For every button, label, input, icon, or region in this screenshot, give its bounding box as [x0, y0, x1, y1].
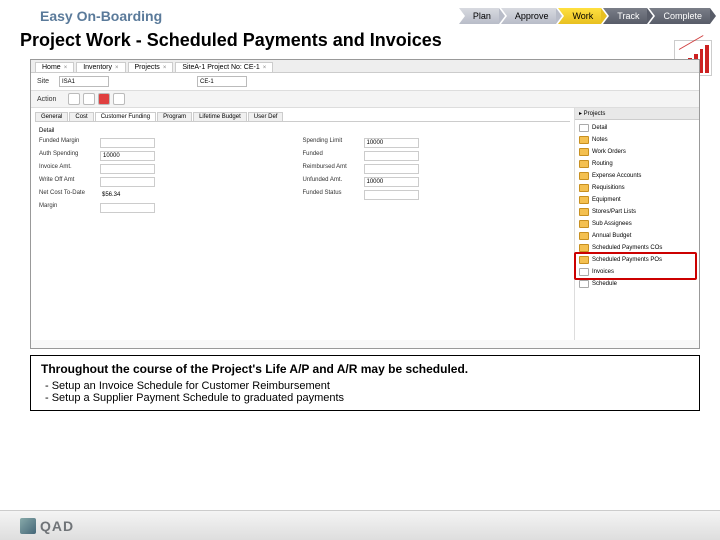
step-plan: Plan: [459, 8, 499, 24]
toolbar-button-2[interactable]: [98, 93, 110, 105]
fld-writeoff[interactable]: [100, 177, 155, 187]
lbl-netcost: Net Cost To-Date: [39, 190, 94, 200]
nav-notes[interactable]: Notes: [575, 134, 699, 146]
itab-funding[interactable]: Customer Funding: [95, 112, 156, 121]
itab-program[interactable]: Program: [157, 112, 192, 121]
fld-funded-margin[interactable]: [100, 138, 155, 148]
nav-expense[interactable]: Expense Accounts: [575, 170, 699, 182]
nav-stores[interactable]: Stores/Part Lists: [575, 206, 699, 218]
itab-cost[interactable]: Cost: [69, 112, 93, 121]
fld-funded[interactable]: [364, 151, 419, 161]
page-title: Project Work - Scheduled Payments and In…: [0, 28, 720, 59]
nav-schedule[interactable]: Schedule: [575, 278, 699, 290]
site-field[interactable]: ISA1: [59, 76, 109, 87]
nav-detail[interactable]: Detail: [575, 122, 699, 134]
caption-box: Throughout the course of the Project's L…: [30, 355, 700, 411]
nav-sub[interactable]: Sub Assignees: [575, 218, 699, 230]
action-label: Action: [37, 96, 65, 103]
top-tab-bar: Home× Inventory× Projects× SiteA-1 Proje…: [31, 60, 699, 73]
caption-heading: Throughout the course of the Project's L…: [41, 362, 689, 376]
tab-home[interactable]: Home×: [35, 62, 74, 72]
step-complete: Complete: [649, 8, 710, 24]
fld-spending-limit[interactable]: 10000: [364, 138, 419, 148]
lbl-funded: Funded: [303, 151, 358, 161]
lbl-writeoff: Write Off Amt: [39, 177, 94, 187]
itab-budget[interactable]: Lifetime Budget: [193, 112, 247, 121]
nav-sched-po[interactable]: Scheduled Payments POs: [575, 254, 699, 266]
workflow-steps: Plan Approve Work Track Complete: [459, 8, 710, 24]
nav-panel: ▸ Projects Detail Notes Work Orders Rout…: [574, 108, 699, 340]
project-no-field[interactable]: CE-1: [197, 76, 247, 87]
fld-funded-status[interactable]: [364, 190, 419, 200]
nav-requisitions[interactable]: Requisitions: [575, 182, 699, 194]
step-approve: Approve: [501, 8, 557, 24]
caption-line-1: - Setup an Invoice Schedule for Customer…: [45, 380, 689, 392]
nav-annual[interactable]: Annual Budget: [575, 230, 699, 242]
nav-header[interactable]: ▸ Projects: [575, 108, 699, 120]
detail-heading: Detail: [39, 128, 566, 134]
fld-invoice-amt[interactable]: [100, 164, 155, 174]
nav-equipment[interactable]: Equipment: [575, 194, 699, 206]
lbl-invoice-amt: Invoice Amt.: [39, 164, 94, 174]
step-work: Work: [558, 8, 601, 24]
lbl-funded-margin: Funded Margin: [39, 138, 94, 148]
brand-title: Easy On-Boarding: [40, 8, 290, 24]
tab-inventory[interactable]: Inventory×: [76, 62, 125, 72]
footer-bar: QAD: [0, 510, 720, 540]
fld-unfunded[interactable]: 10000: [364, 177, 419, 187]
lbl-margin: Margin: [39, 203, 94, 213]
fld-netcost: $56.34: [100, 190, 155, 200]
tab-project-detail[interactable]: SiteA-1 Project No: CE-1×: [175, 62, 273, 72]
tab-projects[interactable]: Projects×: [128, 62, 174, 72]
fld-auth-spending[interactable]: 10000: [100, 151, 155, 161]
site-label: Site: [37, 78, 55, 85]
lbl-reimbursed: Reimbursed Amt: [303, 164, 358, 174]
fld-margin[interactable]: [100, 203, 155, 213]
step-track: Track: [603, 8, 647, 24]
toolbar-button-1[interactable]: [83, 93, 95, 105]
qad-logo: QAD: [20, 518, 74, 534]
qad-text: QAD: [40, 518, 74, 534]
nav-workorders[interactable]: Work Orders: [575, 146, 699, 158]
fld-reimbursed[interactable]: [364, 164, 419, 174]
lbl-spending-limit: Spending Limit: [303, 138, 358, 148]
qad-mark-icon: [20, 518, 36, 534]
inner-tab-bar: General Cost Customer Funding Program Li…: [35, 112, 570, 122]
nav-invoices[interactable]: Invoices: [575, 266, 699, 278]
app-screenshot: Home× Inventory× Projects× SiteA-1 Proje…: [30, 59, 700, 349]
itab-userdef[interactable]: User Def: [248, 112, 284, 121]
nav-routing[interactable]: Routing: [575, 158, 699, 170]
nav-sched-co[interactable]: Scheduled Payments COs: [575, 242, 699, 254]
lbl-unfunded: Unfunded Amt.: [303, 177, 358, 187]
lbl-auth-spending: Auth Spending: [39, 151, 94, 161]
toolbar-button-3[interactable]: [113, 93, 125, 105]
action-dropdown[interactable]: [68, 93, 80, 105]
itab-general[interactable]: General: [35, 112, 68, 121]
caption-line-2: - Setup a Supplier Payment Schedule to g…: [45, 392, 689, 404]
lbl-funded-status: Funded Status: [303, 190, 358, 200]
